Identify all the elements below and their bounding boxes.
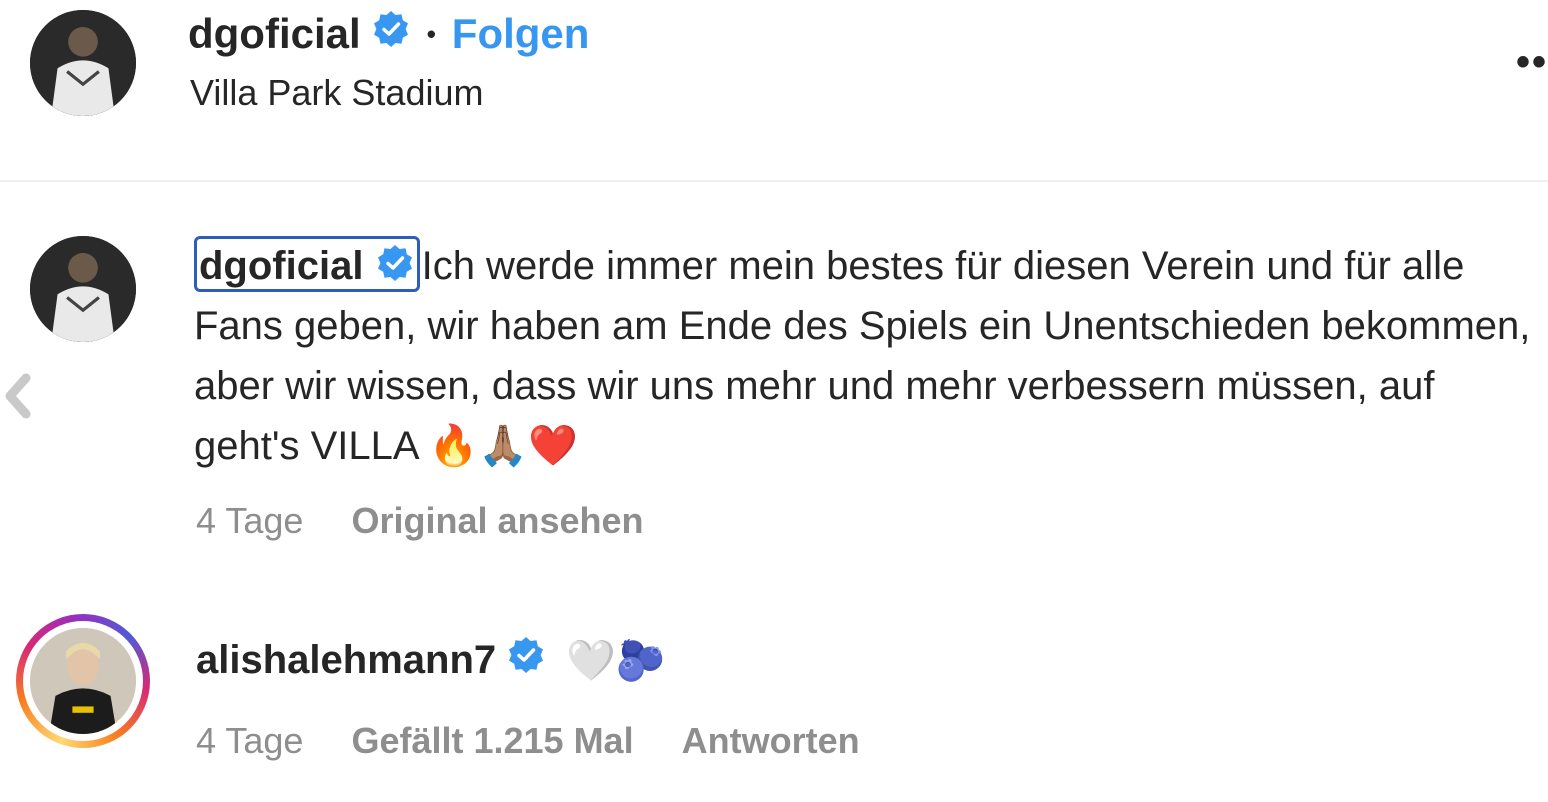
verified-badge-icon: [375, 243, 415, 297]
caption-timestamp[interactable]: 4 Tage: [196, 500, 303, 541]
caption-emoji: 🔥🙏🏽❤️: [428, 423, 578, 469]
view-original-button[interactable]: Original ansehen: [351, 500, 643, 541]
caption-meta: 4 Tage Original ansehen: [196, 500, 682, 542]
reply-button[interactable]: Antworten: [682, 720, 860, 761]
avatar-image: [30, 10, 136, 116]
chevron-left-icon: [5, 373, 31, 419]
comment-text: 🤍🫐: [566, 637, 666, 684]
verified-badge-icon: [371, 9, 411, 59]
post-location[interactable]: Villa Park Stadium: [190, 72, 483, 114]
post-caption: dgoficial Ich werde immer mein bestes fü…: [194, 236, 1534, 476]
previous-post-button[interactable]: [0, 360, 42, 432]
avatar-image: [30, 236, 136, 342]
follow-button[interactable]: Folgen: [452, 10, 590, 58]
verified-badge-icon: [506, 635, 546, 685]
comment-username[interactable]: alishalehmann7: [196, 638, 496, 683]
caption-username-highlight[interactable]: dgoficial: [194, 236, 420, 292]
avatar-caption[interactable]: [30, 236, 136, 342]
avatar-image: [30, 628, 136, 734]
comment-likes[interactable]: Gefällt 1.215 Mal: [351, 720, 633, 761]
avatar-comment[interactable]: [30, 628, 136, 734]
caption-username[interactable]: dgoficial: [199, 244, 363, 288]
header-separator: •: [426, 18, 436, 49]
comment-meta: 4 Tage Gefällt 1.215 Mal Antworten: [196, 720, 898, 762]
comment-timestamp[interactable]: 4 Tage: [196, 720, 303, 761]
avatar-header[interactable]: [30, 10, 136, 116]
header-divider: [0, 180, 1548, 182]
header-username[interactable]: dgoficial: [188, 10, 361, 58]
more-options-button[interactable]: ••: [1516, 40, 1548, 85]
